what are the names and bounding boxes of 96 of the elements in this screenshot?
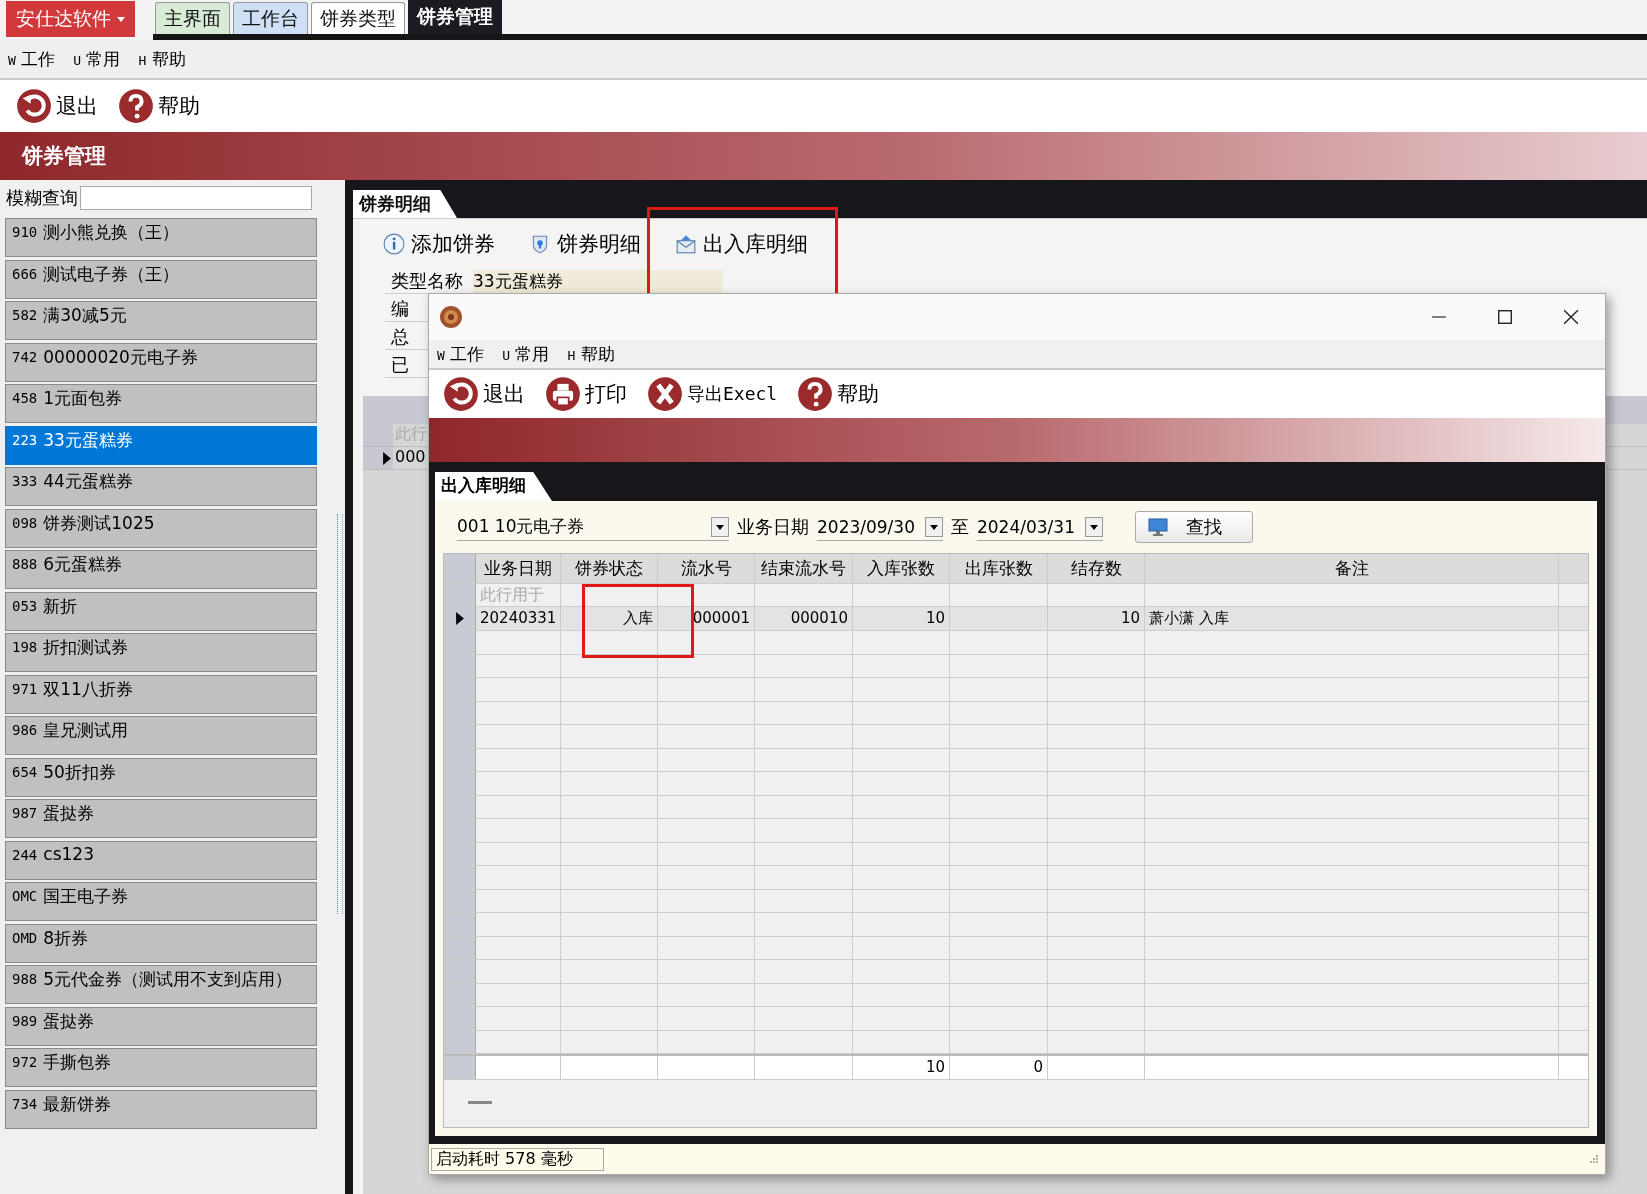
- coupon-list-item[interactable]: 742 00000020元电子券: [5, 342, 317, 382]
- coupon-list-item[interactable]: 198 折扣测试券: [5, 633, 317, 672]
- panel-tab[interactable]: 出入库明细: [435, 472, 552, 501]
- scrollbar[interactable]: [337, 514, 343, 914]
- menu-item[interactable]: W 工作: [437, 342, 485, 366]
- status-text: 启动耗时 578 毫秒: [431, 1147, 604, 1171]
- info-icon: [383, 233, 405, 255]
- coupon-list-item[interactable]: 053 新折: [5, 591, 317, 631]
- total-cell: 0: [950, 1056, 1048, 1079]
- x-icon: [647, 376, 683, 412]
- total-cell: 10: [853, 1056, 950, 1079]
- coupon-dropdown[interactable]: 001 10元电子券: [457, 513, 729, 541]
- close-icon[interactable]: [1563, 309, 1579, 325]
- range-label: 至: [951, 515, 969, 539]
- help-icon: [797, 376, 834, 412]
- column-header[interactable]: 结存数: [1048, 554, 1145, 583]
- cookie-icon: [439, 305, 463, 329]
- coupon-list-item[interactable]: 989 蛋挞券: [5, 1006, 317, 1046]
- help-icon: [118, 88, 154, 124]
- coupon-list-item[interactable]: 582 满30减5元: [5, 301, 317, 340]
- action-button[interactable]: 出入库明细: [675, 229, 808, 259]
- date-label: 业务日期: [737, 515, 809, 539]
- table-cell: 000001: [658, 607, 755, 630]
- coupon-list-item[interactable]: 888 6元蛋糕券: [5, 550, 317, 589]
- monitor-icon: [1147, 518, 1168, 536]
- tab[interactable]: 工作台: [233, 2, 308, 34]
- menu-item[interactable]: H 帮助: [138, 47, 186, 71]
- column-header[interactable]: 饼券状态: [561, 554, 658, 583]
- caret-icon: [117, 16, 125, 22]
- coupon-list-item[interactable]: 244 cs123: [5, 840, 317, 880]
- coupon-list-item[interactable]: OMD 8折券: [5, 923, 317, 963]
- panel-tab[interactable]: 饼券明细: [353, 190, 457, 218]
- action-button[interactable]: 饼券明细: [529, 229, 641, 259]
- coupon-list-item[interactable]: 654 50折扣券: [5, 757, 317, 797]
- undo-icon: [443, 376, 479, 412]
- coupon-list-item[interactable]: 666 测试电子券（王）: [5, 259, 317, 299]
- column-header[interactable]: 结束流水号: [755, 554, 853, 583]
- coupon-list-item[interactable]: 098 饼券测试1025: [5, 508, 317, 548]
- column-header[interactable]: 流水号: [658, 554, 755, 583]
- action-button[interactable]: 添加饼券: [383, 229, 495, 259]
- coupon-list-item[interactable]: 988 5元代金券（测试用不支到店用）: [5, 965, 317, 1004]
- table-cell: 20240331: [476, 607, 561, 630]
- coupon-list-item[interactable]: 971 双11八折券: [5, 674, 317, 714]
- table-cell: 10: [853, 607, 950, 630]
- maximize-icon[interactable]: [1497, 309, 1513, 325]
- toolbar-button[interactable]: 帮助: [797, 376, 880, 412]
- coupon-list-item[interactable]: 734 最新饼券: [5, 1089, 317, 1129]
- tab[interactable]: 饼券类型: [311, 2, 405, 34]
- coupon-list-item[interactable]: 333 44元蛋糕券: [5, 467, 317, 506]
- app-menu-button[interactable]: 安仕达软件: [6, 1, 135, 37]
- field-label: 类型名称: [391, 269, 463, 293]
- coupon-list-item[interactable]: 972 手撕包券: [5, 1048, 317, 1087]
- menu-item[interactable]: W 工作: [8, 47, 56, 71]
- coupon-list-item[interactable]: 223 33元蛋糕券: [5, 425, 317, 465]
- tab[interactable]: 饼券管理: [408, 0, 502, 34]
- field-value: 33元蛋糕券: [473, 270, 723, 293]
- field-label: 已: [391, 353, 409, 377]
- coupon-list-item[interactable]: 910 测小熊兑换（王）: [5, 218, 317, 257]
- toolbar-button[interactable]: 帮助: [118, 88, 200, 124]
- banner-title: 饼券管理: [22, 143, 106, 170]
- coupon-list-item[interactable]: 458 1元面包券: [5, 384, 317, 423]
- menu-item[interactable]: H 帮助: [567, 342, 615, 366]
- envelope-icon: [675, 233, 697, 255]
- date-picker[interactable]: 2023/09/30: [817, 513, 943, 541]
- table-cell: 萧小潇 入库: [1145, 607, 1559, 630]
- tab[interactable]: 主界面: [155, 2, 230, 34]
- table-cell-text: 000: [394, 447, 426, 468]
- filter-row-hint: 此行用于: [476, 584, 561, 606]
- toolbar-button[interactable]: 打印: [545, 376, 627, 412]
- menu-item[interactable]: U 常用: [502, 342, 550, 366]
- printer-icon: [545, 376, 581, 412]
- table-cell: 入库: [561, 607, 658, 630]
- field-label: 编: [391, 297, 409, 321]
- row-header-cell: [444, 1056, 476, 1079]
- search-field[interactable]: [80, 186, 312, 210]
- toolbar-button[interactable]: 退出: [16, 88, 98, 124]
- menu-item[interactable]: U 常用: [73, 47, 121, 71]
- column-header[interactable]: 出库张数: [950, 554, 1048, 583]
- field-label: 总: [391, 325, 409, 349]
- coupon-list-item[interactable]: 987 蛋挞券: [5, 799, 317, 838]
- search-label: 模糊查询: [6, 186, 78, 210]
- column-header[interactable]: 业务日期: [476, 554, 561, 583]
- toolbar-button[interactable]: 导出Execl: [647, 376, 778, 412]
- table-cell: 10: [1048, 607, 1145, 630]
- column-header[interactable]: 备注: [1145, 554, 1559, 583]
- column-header[interactable]: 入库张数: [853, 554, 950, 583]
- date-picker[interactable]: 2024/03/31: [977, 513, 1103, 541]
- search-button[interactable]: 查找: [1134, 511, 1253, 543]
- table-row[interactable]: 20240331 入库 000001 000010 10 10 萧小潇 入库: [444, 607, 1588, 631]
- coupon-list-item[interactable]: OMC 国王电子券: [5, 882, 317, 921]
- undo-icon: [16, 88, 52, 124]
- coupon-list-item[interactable]: 986 皇兄测试用: [5, 716, 317, 755]
- dash-icon: [468, 1101, 492, 1104]
- toolbar-button[interactable]: 退出: [443, 376, 525, 412]
- table-cell: 000010: [755, 607, 853, 630]
- resize-grip-icon[interactable]: [1589, 1154, 1599, 1164]
